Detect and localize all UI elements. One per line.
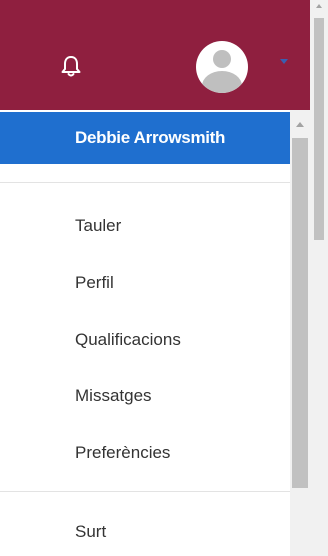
menu-item-logout[interactable]: Surt <box>75 522 106 542</box>
menu-scrollbar[interactable] <box>290 110 310 556</box>
bell-icon[interactable] <box>60 54 82 78</box>
page-scrollbar-thumb[interactable] <box>314 18 324 240</box>
user-avatar-icon[interactable] <box>196 41 248 93</box>
scroll-up-icon[interactable] <box>316 4 322 8</box>
menu-item-grades[interactable]: Qualificacions <box>75 330 181 350</box>
scroll-up-icon[interactable] <box>296 122 304 127</box>
menu-item-messages[interactable]: Missatges <box>75 386 152 406</box>
user-name: Debbie Arrowsmith <box>75 128 226 147</box>
divider <box>0 182 290 183</box>
top-navbar <box>0 0 310 110</box>
menu-item-profile[interactable]: Perfil <box>75 273 114 293</box>
menu-item-dashboard[interactable]: Tauler <box>75 216 121 236</box>
divider <box>0 491 290 492</box>
user-menu-dropdown: Debbie Arrowsmith Tauler Perfil Qualific… <box>0 110 290 556</box>
menu-item-preferences[interactable]: Preferències <box>75 443 170 463</box>
page-scrollbar[interactable] <box>310 0 328 556</box>
user-menu-header[interactable]: Debbie Arrowsmith <box>0 112 290 164</box>
menu-scrollbar-thumb[interactable] <box>292 138 308 488</box>
caret-down-icon[interactable] <box>280 59 288 64</box>
